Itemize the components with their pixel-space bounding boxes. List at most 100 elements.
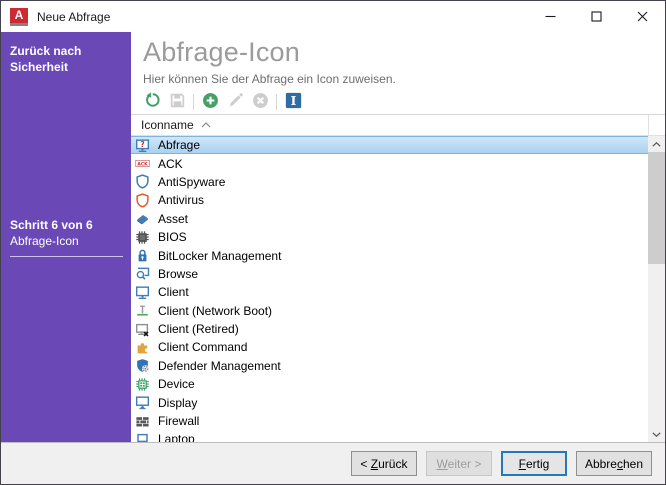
list-item[interactable]: Client (Network Boot) — [131, 302, 648, 320]
button-label-part: W — [437, 457, 448, 471]
list-item-label: Display — [158, 396, 197, 410]
rename-button[interactable]: I — [284, 93, 302, 111]
list-item[interactable]: Client (Retired) — [131, 320, 648, 338]
vertical-scrollbar[interactable] — [648, 136, 665, 442]
query-icon: ? — [134, 137, 151, 153]
add-button[interactable] — [201, 93, 219, 111]
antispyware-icon — [134, 174, 151, 190]
scroll-up-button[interactable] — [648, 136, 665, 152]
page-subtitle: Hier können Sie der Abfrage ein Icon zuw… — [143, 72, 653, 86]
list-item-label: ACK — [158, 157, 183, 171]
list-item[interactable]: Antivirus — [131, 191, 648, 209]
list-item[interactable]: ? Abfrage — [131, 136, 648, 154]
delete-button — [251, 93, 269, 111]
button-label-part: urück — [378, 457, 407, 471]
display-icon — [134, 395, 151, 411]
list-item[interactable]: BIOS — [131, 228, 648, 246]
undo-icon — [144, 92, 161, 112]
sort-ascending-icon — [201, 122, 211, 128]
browse-icon — [134, 266, 151, 282]
column-header-label: Iconname — [141, 118, 194, 132]
minimize-button[interactable] — [527, 1, 573, 32]
page-title: Abfrage-Icon — [143, 37, 653, 68]
add-icon — [202, 92, 219, 112]
client-network-boot-icon — [134, 303, 151, 319]
title-bar: A Neue Abfrage — [1, 1, 665, 32]
maximize-icon — [591, 11, 602, 22]
step-block: Schritt 6 von 6 Abfrage-Icon — [10, 218, 123, 257]
list-item[interactable]: Device — [131, 375, 648, 393]
step-counter: Schritt 6 von 6 — [10, 218, 123, 232]
list-item[interactable]: AntiSpyware — [131, 173, 648, 191]
scroll-down-button[interactable] — [648, 426, 665, 442]
toolbar-separator — [193, 94, 194, 110]
client-icon — [134, 284, 151, 300]
chevron-down-icon — [652, 432, 661, 437]
svg-text:ACK: ACK — [137, 161, 148, 167]
list-item[interactable]: BitLocker Management — [131, 246, 648, 264]
list-item-label: Asset — [158, 212, 188, 226]
button-label-part: F — [519, 457, 526, 471]
list-item-label: BIOS — [158, 230, 187, 244]
close-icon — [637, 11, 648, 22]
edit-button — [226, 93, 244, 111]
new-query-wizard-window: A Neue Abfrage Zurück nach Sicherheit Sc… — [0, 0, 666, 485]
list-item[interactable]: Display — [131, 393, 648, 411]
list-item-label: BitLocker Management — [158, 249, 281, 263]
list-item[interactable]: ACK ACK — [131, 154, 648, 172]
antivirus-icon — [134, 192, 151, 208]
save-button — [168, 93, 186, 111]
sidebar-back-label: Zurück nach Sicherheit — [10, 43, 123, 75]
icon-toolbar: I — [131, 89, 665, 115]
client-command-icon — [134, 339, 151, 355]
list-item[interactable]: Defender Management — [131, 357, 648, 375]
window-title: Neue Abfrage — [37, 10, 110, 24]
back-button[interactable]: < Zurück — [351, 451, 417, 476]
close-button[interactable] — [619, 1, 665, 32]
cancel-button[interactable]: Abbrechen — [576, 451, 652, 476]
list-item-label: Client (Network Boot) — [158, 304, 272, 318]
app-icon: A — [10, 8, 28, 26]
finish-button[interactable]: Fertig — [501, 451, 567, 476]
edit-icon — [227, 92, 244, 112]
laptop-icon — [134, 431, 151, 442]
list-item-label: AntiSpyware — [158, 175, 225, 189]
maximize-button[interactable] — [573, 1, 619, 32]
button-label-part: < — [360, 457, 370, 471]
svg-text:?: ? — [140, 140, 144, 149]
button-label-part: hen — [623, 457, 643, 471]
scrollbar-spacer — [648, 115, 665, 136]
list-item-label: Client (Retired) — [158, 322, 239, 336]
list-item[interactable]: Asset — [131, 210, 648, 228]
list-item[interactable]: Laptop — [131, 430, 648, 442]
list-item[interactable]: Client Command — [131, 338, 648, 356]
main-panel: Abfrage-Icon Hier können Sie der Abfrage… — [131, 32, 665, 442]
list-item[interactable]: Client — [131, 283, 648, 301]
button-label-part: eiter > — [448, 457, 482, 471]
icon-list-rows: ? Abfrage ACK ACK AntiSpyware Antivirus Asset B… — [131, 136, 648, 442]
toolbar-separator — [276, 94, 277, 110]
list-item[interactable]: Browse — [131, 265, 648, 283]
undo-button[interactable] — [143, 93, 161, 111]
defender-icon — [134, 358, 151, 374]
window-controls — [527, 1, 665, 32]
device-icon — [134, 376, 151, 392]
bitlocker-icon — [134, 248, 151, 264]
list-item-label: Abfrage — [158, 138, 200, 152]
step-divider — [10, 256, 123, 257]
save-icon — [169, 92, 186, 112]
icon-list: Iconname ? Abfrage ACK ACK AntiSpyware Antivi… — [131, 115, 665, 442]
button-label-part: Abbre — [585, 457, 617, 471]
svg-text:I: I — [290, 93, 296, 107]
delete-icon — [252, 92, 269, 112]
button-label-part: Z — [371, 457, 378, 471]
client-retired-icon — [134, 321, 151, 337]
scrollbar-thumb[interactable] — [648, 152, 665, 264]
button-label-part: ertig — [526, 457, 549, 471]
list-item-label: Defender Management — [158, 359, 281, 373]
chevron-up-icon — [652, 142, 661, 147]
scrollbar-column — [648, 115, 665, 442]
ack-icon: ACK — [134, 156, 151, 172]
list-item[interactable]: Firewall — [131, 412, 648, 430]
iconname-column-header[interactable]: Iconname — [131, 115, 648, 136]
